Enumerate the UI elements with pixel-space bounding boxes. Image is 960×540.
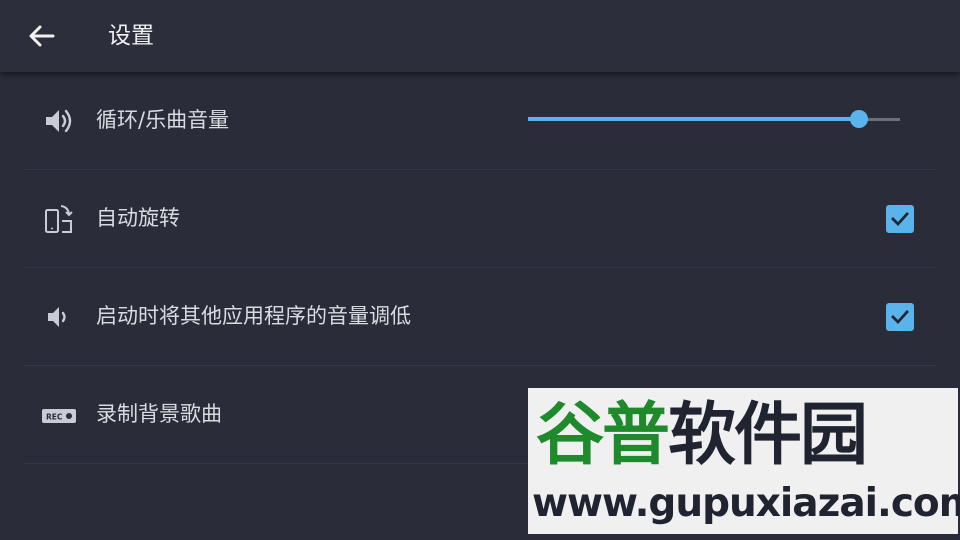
arrow-left-icon xyxy=(29,25,55,47)
duck-volume-checkbox[interactable] xyxy=(886,303,914,331)
volume-icon xyxy=(42,105,76,137)
setting-label: 录制背景歌曲 xyxy=(96,402,222,426)
screen-rotation-icon xyxy=(42,203,76,235)
page-title: 设置 xyxy=(108,23,154,49)
volume-low-icon xyxy=(42,301,76,333)
watermark-brand-dark: 软件园 xyxy=(668,396,868,475)
setting-label: 自动旋转 xyxy=(96,206,180,230)
back-button[interactable] xyxy=(22,16,62,56)
setting-label: 循环/乐曲音量 xyxy=(96,108,230,132)
watermark-brand: 谷普软件园 xyxy=(536,394,950,478)
slider-thumb[interactable] xyxy=(850,110,868,128)
checkmark-icon xyxy=(891,212,909,227)
rec-icon: REC xyxy=(42,399,76,431)
setting-row-duck-other-apps[interactable]: 启动时将其他应用程序的音量调低 xyxy=(24,268,936,366)
auto-rotate-checkbox[interactable] xyxy=(886,205,914,233)
slider-fill xyxy=(528,117,859,121)
watermark-url: www.gupuxiazai.com xyxy=(532,481,960,526)
watermark-logo: 谷普软件园 www.gupuxiazai.com xyxy=(528,388,960,534)
watermark-brand-green: 谷普 xyxy=(536,396,670,475)
setting-row-auto-rotate[interactable]: 自动旋转 xyxy=(24,170,936,268)
setting-label: 启动时将其他应用程序的音量调低 xyxy=(96,304,411,328)
checkmark-icon xyxy=(891,310,909,325)
loop-volume-slider[interactable] xyxy=(528,108,902,132)
svg-text:REC: REC xyxy=(46,413,63,422)
app-bar: 设置 xyxy=(0,0,960,72)
setting-row-loop-volume: 循环/乐曲音量 xyxy=(24,72,936,170)
